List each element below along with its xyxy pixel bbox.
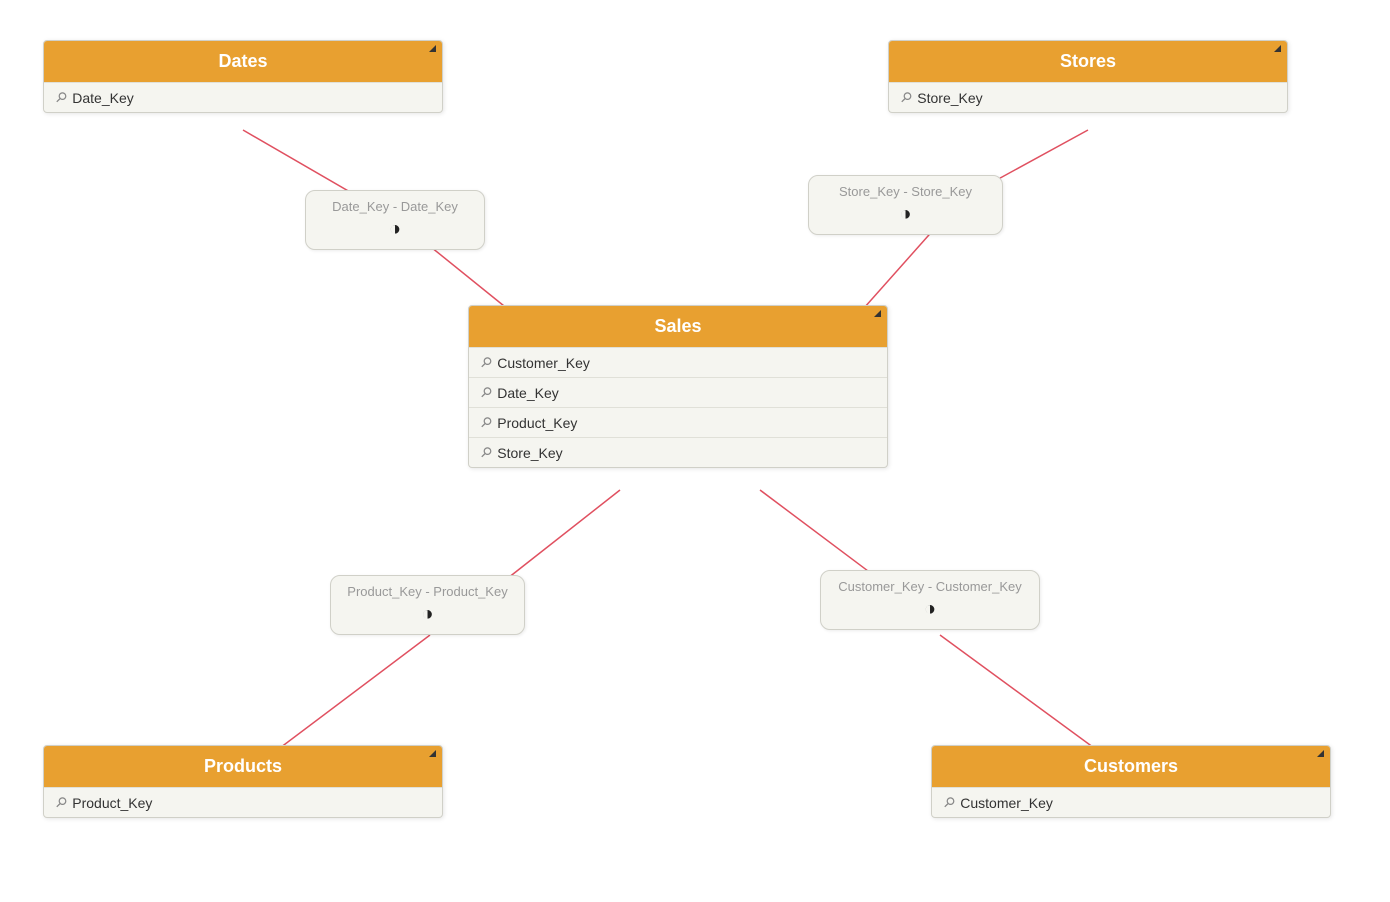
dates-header: Dates — [44, 41, 442, 82]
dates-date-key-label: Date_Key — [72, 90, 133, 106]
key-icon-sales-3: ⚲ — [476, 413, 495, 432]
dates-table[interactable]: Dates ⚲ Date_Key — [43, 40, 443, 113]
products-header: Products — [44, 746, 442, 787]
date-relation-symbol: ◑ — [320, 218, 470, 241]
key-icon-sales-4: ⚲ — [476, 443, 495, 462]
products-table[interactable]: Products ⚲ Product_Key — [43, 745, 443, 818]
dates-title: Dates — [218, 51, 267, 71]
customers-title: Customers — [1084, 756, 1178, 776]
stores-header: Stores — [889, 41, 1287, 82]
products-field-product-key: ⚲ Product_Key — [44, 787, 442, 817]
product-relation-symbol: ◑ — [345, 603, 510, 626]
sales-title: Sales — [654, 316, 701, 336]
key-icon-stores: ⚲ — [896, 88, 915, 107]
sales-field-product-key: ⚲ Product_Key — [469, 407, 887, 437]
product-relation-label: Product_Key - Product_Key — [345, 584, 510, 599]
store-relation-box: Store_Key - Store_Key ◑ — [808, 175, 1003, 235]
dates-field-date-key: ⚲ Date_Key — [44, 82, 442, 112]
stores-table[interactable]: Stores ⚲ Store_Key — [888, 40, 1288, 113]
customer-relation-symbol: ◑ — [835, 598, 1025, 621]
store-relation-symbol: ◑ — [823, 203, 988, 226]
key-icon-sales-2: ⚲ — [476, 383, 495, 402]
customer-relation-box: Customer_Key - Customer_Key ◑ — [820, 570, 1040, 630]
key-icon-products: ⚲ — [51, 793, 70, 812]
sales-field-customer-key: ⚲ Customer_Key — [469, 347, 887, 377]
sales-table[interactable]: Sales ⚲ Customer_Key ⚲ Date_Key ⚲ Produc… — [468, 305, 888, 468]
key-icon: ⚲ — [51, 88, 70, 107]
stores-title: Stores — [1060, 51, 1116, 71]
customer-relation-label: Customer_Key - Customer_Key — [835, 579, 1025, 594]
sales-header: Sales — [469, 306, 887, 347]
customers-customer-key-label: Customer_Key — [960, 795, 1053, 811]
date-relation-label: Date_Key - Date_Key — [320, 199, 470, 214]
resize-icon-customers — [1317, 750, 1324, 757]
stores-field-store-key: ⚲ Store_Key — [889, 82, 1287, 112]
resize-icon — [429, 45, 436, 52]
stores-store-key-label: Store_Key — [917, 90, 982, 106]
products-title: Products — [204, 756, 282, 776]
sales-product-key-label: Product_Key — [497, 415, 577, 431]
key-icon-customers: ⚲ — [939, 793, 958, 812]
sales-field-date-key: ⚲ Date_Key — [469, 377, 887, 407]
products-product-key-label: Product_Key — [72, 795, 152, 811]
resize-icon-sales — [874, 310, 881, 317]
product-relation-box: Product_Key - Product_Key ◑ — [330, 575, 525, 635]
store-relation-label: Store_Key - Store_Key — [823, 184, 988, 199]
resize-icon-stores — [1274, 45, 1281, 52]
date-relation-box: Date_Key - Date_Key ◑ — [305, 190, 485, 250]
diagram-canvas: Dates ⚲ Date_Key Stores ⚲ Store_Key Sale… — [0, 0, 1390, 902]
sales-store-key-label: Store_Key — [497, 445, 562, 461]
sales-customer-key-label: Customer_Key — [497, 355, 590, 371]
customers-field-customer-key: ⚲ Customer_Key — [932, 787, 1330, 817]
sales-date-key-label: Date_Key — [497, 385, 558, 401]
customers-header: Customers — [932, 746, 1330, 787]
resize-icon-products — [429, 750, 436, 757]
key-icon-sales-1: ⚲ — [476, 353, 495, 372]
sales-field-store-key: ⚲ Store_Key — [469, 437, 887, 467]
customers-table[interactable]: Customers ⚲ Customer_Key — [931, 745, 1331, 818]
